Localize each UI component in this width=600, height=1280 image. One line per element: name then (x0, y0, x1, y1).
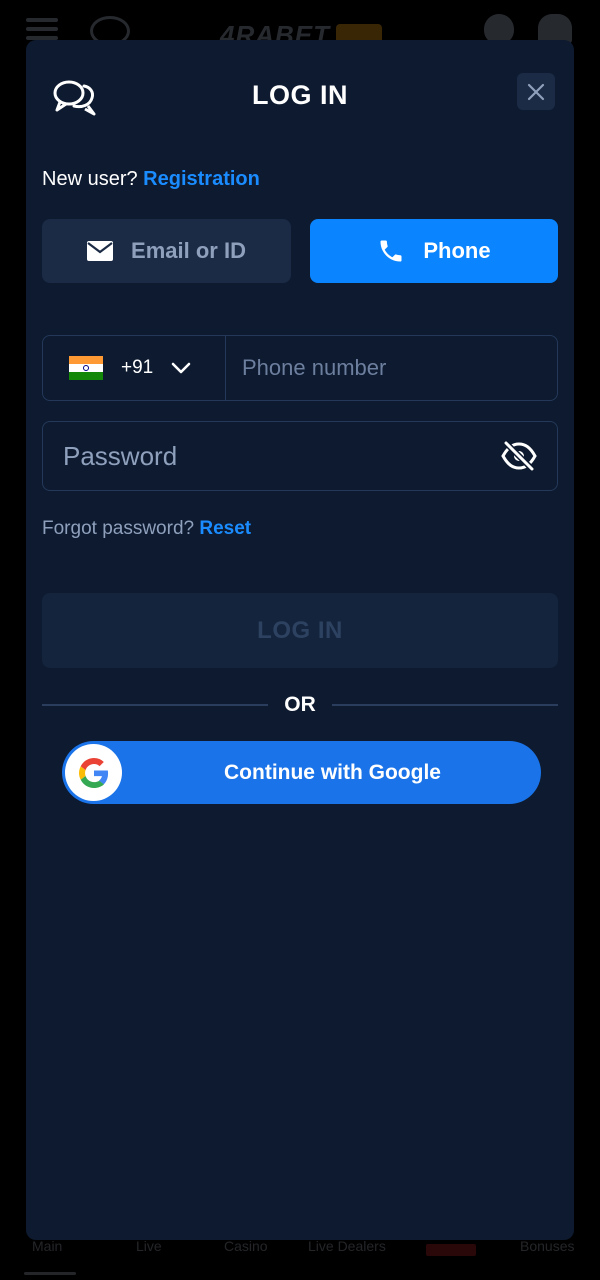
phone-icon (380, 240, 402, 262)
background-bottom-nav: Main Live Casino Live Dealers Bonuses (0, 1236, 600, 1280)
login-modal: LOG IN New user? Registration Email or I… (26, 40, 574, 1240)
divider-line (331, 704, 558, 706)
close-button[interactable] (517, 73, 555, 110)
login-button[interactable]: LOG IN (42, 593, 558, 668)
or-text: OR (284, 693, 316, 716)
nav-item-main: Main (32, 1238, 63, 1254)
password-input[interactable] (43, 422, 499, 490)
country-code: +91 (121, 357, 154, 378)
eye-off-icon (501, 441, 537, 471)
forgot-password-text: Forgot password? (42, 518, 195, 539)
google-button-label: Continue with Google (224, 760, 441, 784)
nav-item-bonuses: Bonuses (520, 1238, 575, 1254)
country-code-select[interactable]: +91 (43, 336, 226, 400)
password-visibility-toggle[interactable] (499, 436, 539, 476)
home-indicator (24, 1272, 76, 1275)
nav-item-highlight (426, 1244, 476, 1256)
nav-item-live: Live (136, 1238, 162, 1254)
modal-title: LOG IN (252, 80, 348, 110)
divider-line (42, 704, 269, 706)
new-user-prompt: New user? Registration (42, 168, 260, 191)
india-flag-icon (69, 356, 103, 380)
close-icon (527, 83, 545, 100)
phone-number-input[interactable] (226, 336, 557, 400)
chevron-down-icon (171, 362, 191, 374)
phone-field-group: +91 (42, 335, 558, 401)
new-user-text: New user? (42, 168, 138, 190)
tab-phone-label: Phone (423, 238, 491, 263)
password-field-group (42, 421, 558, 491)
nav-item-live-dealers: Live Dealers (308, 1238, 386, 1254)
or-divider: OR (42, 692, 558, 718)
tab-phone[interactable]: Phone (310, 219, 558, 283)
menu-icon (26, 18, 58, 40)
continue-with-google-button[interactable]: Continue with Google (62, 741, 541, 804)
google-icon (65, 744, 122, 801)
tab-email-label: Email or ID (131, 238, 246, 263)
forgot-password-prompt: Forgot password? Reset (42, 518, 251, 540)
reset-link[interactable]: Reset (199, 518, 251, 539)
tab-email-or-id[interactable]: Email or ID (42, 219, 291, 283)
mail-icon (87, 241, 114, 261)
nav-item-casino: Casino (224, 1238, 268, 1254)
registration-link[interactable]: Registration (143, 168, 260, 190)
